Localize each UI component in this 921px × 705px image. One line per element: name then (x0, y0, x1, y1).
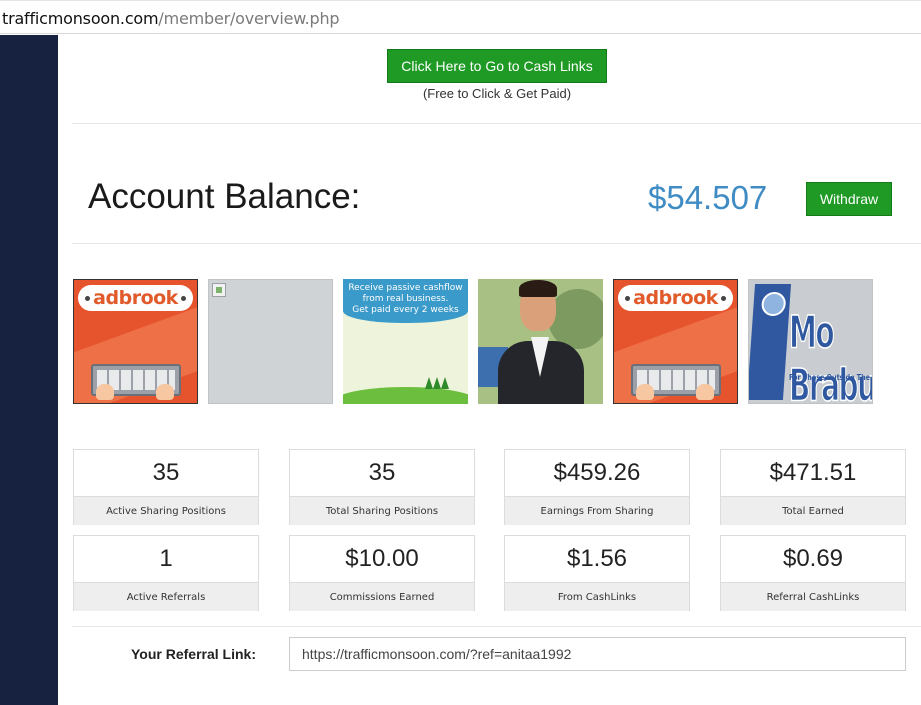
passive-cashflow-text: Receive passive cashflow from real busin… (343, 279, 468, 323)
stat-label: Total Earned (721, 496, 905, 525)
referral-link-input[interactable] (289, 637, 906, 671)
stat-label: Total Sharing Positions (290, 496, 474, 525)
cash-links-button[interactable]: Click Here to Go to Cash Links (387, 49, 607, 83)
divider (72, 626, 921, 627)
mobrabus-brand: Mo Brabus (789, 305, 872, 404)
address-bar[interactable]: trafficmonsoon.com/member/overview.php (0, 0, 921, 34)
banner-text-line: from real business. (362, 294, 449, 304)
mobrabus-tagline: For Those Outside The Box. (789, 373, 872, 382)
divider (72, 243, 921, 244)
stat-value: 35 (152, 459, 180, 486)
adbrook-banner[interactable]: adbrook (613, 279, 738, 404)
stat-total-earned: $471.51 Total Earned (720, 449, 906, 525)
stat-earnings-from-sharing: $459.26 Earnings From Sharing (504, 449, 690, 525)
url-text[interactable]: trafficmonsoon.com/member/overview.php (2, 9, 340, 28)
stat-value: $0.69 (782, 545, 844, 572)
stat-label: Referral CashLinks (721, 582, 905, 611)
stat-label: Commissions Earned (290, 582, 474, 611)
withdraw-button[interactable]: Withdraw (806, 182, 892, 216)
url-domain: trafficmonsoon.com (2, 9, 159, 28)
stat-active-sharing-positions: 35 Active Sharing Positions (73, 449, 259, 525)
stat-commissions-earned: $10.00 Commissions Earned (289, 535, 475, 611)
stat-referral-cashlinks: $0.69 Referral CashLinks (720, 535, 906, 611)
cash-links-note: (Free to Click & Get Paid) (422, 86, 572, 101)
url-path: /member/overview.php (158, 9, 340, 28)
broken-image-banner[interactable] (208, 279, 333, 404)
main-content: Click Here to Go to Cash Links (Free to … (58, 35, 921, 705)
grass-hill (343, 387, 468, 404)
stat-value: 35 (368, 459, 396, 486)
left-sidebar (0, 35, 58, 705)
banner-text-line: Get paid every 2 weeks (352, 305, 459, 315)
photo-foliage (548, 289, 603, 349)
stat-total-sharing-positions: 35 Total Sharing Positions (289, 449, 475, 525)
referral-link-label: Your Referral Link: (131, 646, 256, 662)
stat-from-cashlinks: $1.56 From CashLinks (504, 535, 690, 611)
passive-cashflow-banner[interactable]: Receive passive cashflow from real busin… (343, 279, 468, 404)
hand-icon (636, 384, 654, 400)
stat-value: 1 (159, 545, 173, 572)
tree-icon (433, 377, 441, 389)
stat-label: From CashLinks (505, 582, 689, 611)
stat-value: $471.51 (769, 459, 857, 486)
adbrook-logo: adbrook (618, 285, 733, 311)
stat-value: $10.00 (345, 545, 419, 572)
adbrook-logo-text: adbrook (633, 287, 718, 309)
adbrook-logo: adbrook (78, 285, 193, 311)
stat-value: $1.56 (566, 545, 628, 572)
stat-label: Active Referrals (74, 582, 258, 611)
person-photo-banner[interactable] (478, 279, 603, 404)
tree-icon (441, 377, 449, 389)
divider (72, 123, 921, 124)
broken-image-icon (212, 283, 226, 297)
hand-icon (156, 384, 174, 400)
hand-icon (696, 384, 714, 400)
mobrabus-banner[interactable]: Mo Brabus For Those Outside The Box. (748, 279, 873, 404)
stat-active-referrals: 1 Active Referrals (73, 535, 259, 611)
person-hair (519, 280, 557, 297)
adbrook-logo-text: adbrook (93, 287, 178, 309)
banner-text-line: Receive passive cashflow (348, 283, 463, 293)
stat-label: Earnings From Sharing (505, 496, 689, 525)
tree-icon (425, 377, 433, 389)
hand-icon (96, 384, 114, 400)
account-balance-label: Account Balance: (88, 177, 361, 216)
ms-logo (749, 284, 792, 400)
stat-label: Active Sharing Positions (74, 496, 258, 525)
account-balance-value: $54.507 (648, 179, 768, 216)
globe-icon (760, 292, 787, 316)
stat-value: $459.26 (553, 459, 641, 486)
adbrook-banner[interactable]: adbrook (73, 279, 198, 404)
